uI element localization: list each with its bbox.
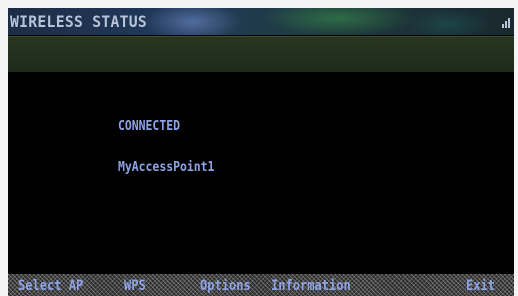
select-ap-button[interactable]: Select AP xyxy=(18,278,83,294)
status-panel: CONNECTED MyAccessPoint1 xyxy=(8,72,514,268)
signal-strength-icon xyxy=(502,18,510,28)
device-screen: WIRELESS STATUS CONNECTED MyAccessPoint1… xyxy=(8,8,514,296)
header-band xyxy=(8,36,514,72)
access-point-name: MyAccessPoint1 xyxy=(118,160,215,175)
exit-button[interactable]: Exit xyxy=(466,278,495,294)
connection-status: CONNECTED xyxy=(118,119,180,134)
title-bar: WIRELESS STATUS xyxy=(8,8,514,35)
wps-button[interactable]: WPS xyxy=(124,278,146,294)
function-bar: Select AP WPS Options Information Exit xyxy=(8,274,514,296)
information-button[interactable]: Information xyxy=(271,278,351,294)
page-title: WIRELESS STATUS xyxy=(10,12,148,31)
options-button[interactable]: Options xyxy=(200,278,251,294)
